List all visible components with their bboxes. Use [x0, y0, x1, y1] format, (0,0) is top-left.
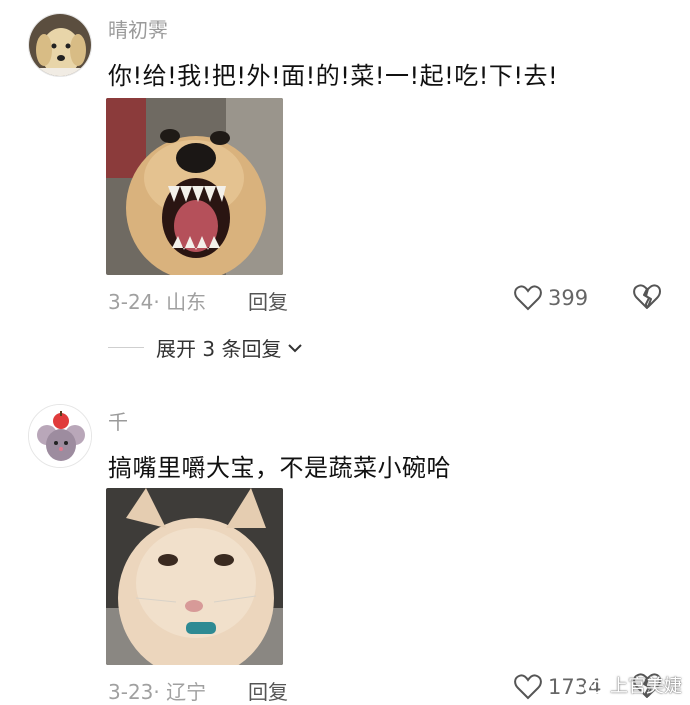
- dislike-button[interactable]: [632, 283, 662, 313]
- comment-meta: 3-23· 辽宁: [108, 676, 206, 705]
- like-button[interactable]: 399: [514, 283, 588, 313]
- comment-image[interactable]: [106, 488, 283, 665]
- avatar[interactable]: [28, 404, 92, 468]
- comment-location: 辽宁: [166, 680, 207, 704]
- heart-icon: [514, 285, 542, 311]
- username[interactable]: 千: [108, 406, 128, 435]
- comment-meta: 3-24· 山东: [108, 286, 206, 315]
- like-count: 399: [548, 286, 589, 310]
- expand-replies-label: 展开 3 条回复: [156, 337, 282, 361]
- weibo-icon: [584, 677, 605, 694]
- broken-heart-icon: [633, 284, 661, 309]
- reply-button[interactable]: 回复: [248, 286, 288, 315]
- comment-location: 山东: [166, 290, 207, 314]
- comment-date: 3-23·: [108, 680, 160, 704]
- comment-text: 你!给!我!把!外!面!的!菜!一!起!吃!下!去!: [108, 62, 559, 90]
- comment-image[interactable]: [106, 98, 283, 275]
- avatar[interactable]: [28, 13, 92, 77]
- comment-text: 搞嘴里嚼大宝，不是蔬菜小碗哈: [108, 454, 451, 482]
- reply-button[interactable]: 回复: [248, 676, 288, 705]
- chevron-down-icon: [288, 343, 303, 352]
- expand-replies-button[interactable]: 展开 3 条回复: [108, 333, 303, 362]
- heart-icon: [514, 674, 542, 700]
- watermark-text: 上官美婕: [610, 676, 682, 697]
- divider: [108, 347, 144, 348]
- comment-date: 3-24·: [108, 290, 160, 314]
- username[interactable]: 晴初霁: [108, 14, 168, 43]
- watermark: 上官美婕: [584, 672, 682, 698]
